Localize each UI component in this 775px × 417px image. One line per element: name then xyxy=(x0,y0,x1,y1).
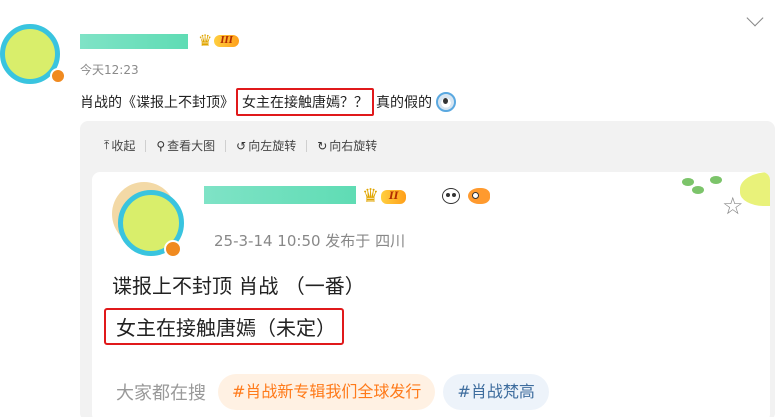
view-large-button[interactable]: ⚲ 查看大图 xyxy=(156,137,215,154)
rotate-left-icon: ↺ xyxy=(236,138,247,153)
rotate-right-icon: ↻ xyxy=(317,138,328,153)
avatar[interactable] xyxy=(0,24,68,84)
post-timestamp[interactable]: 今天12:23 xyxy=(80,61,139,78)
screenshot-image[interactable]: ♛ II ☆ 25-3-14 10:50 发布于 四川 谍报上不封顶 肖战 （一… xyxy=(92,172,770,417)
doge-emoji-icon xyxy=(436,92,456,112)
view-large-label: 查看大图 xyxy=(167,139,216,153)
repost-text-line1: 谍报上不封顶 肖战 （一番） xyxy=(112,274,365,298)
trending-label: 大家都在搜 xyxy=(116,383,206,404)
repost-card: ⤒ 收起 ⚲ 查看大图 ↺ 向左旋转 ↻ 向右旋转 ♛ II ☆ 25-3-14… xyxy=(80,121,775,417)
crown-icon: ♛ xyxy=(362,185,380,207)
star-icon: ☆ xyxy=(722,192,744,220)
collapse-label: 收起 xyxy=(111,139,136,153)
collapse-icon: ⤒ xyxy=(104,138,110,152)
leaf-decoration xyxy=(692,186,704,194)
collapse-button[interactable]: ⤒ 收起 xyxy=(104,137,135,154)
trending-tag: #肖战梵高 xyxy=(443,374,549,410)
username-redacted[interactable] xyxy=(80,34,188,49)
trending-tag: #肖战新专辑我们全球发行 xyxy=(218,374,436,410)
vip-badge[interactable]: ♛ III xyxy=(198,33,239,49)
rotate-left-label: 向左旋转 xyxy=(248,139,297,153)
decoration-banner xyxy=(592,172,770,212)
repost-text-line2-highlight: 女主在接触唐嫣（未定） xyxy=(104,308,344,345)
rotate-right-label: 向右旋转 xyxy=(329,139,378,153)
cartoon-decoration xyxy=(740,172,770,206)
rotate-left-button[interactable]: ↺ 向左旋转 xyxy=(236,137,296,154)
post-text-before: 肖战的《谍报上不封顶》 xyxy=(80,95,234,111)
image-toolbar: ⤒ 收起 ⚲ 查看大图 ↺ 向左旋转 ↻ 向右旋转 xyxy=(104,137,377,154)
repost-avatar xyxy=(112,182,184,258)
vip-level: III xyxy=(214,35,239,47)
post-text-after: 真的假的 xyxy=(376,95,432,111)
post-text: 肖战的《谍报上不封顶》 女主在接触唐嫣？？ 真的假的 xyxy=(80,88,456,116)
leaf-decoration xyxy=(710,176,722,184)
repost-vip-badge: ♛ II xyxy=(362,185,407,207)
crown-icon: ♛ xyxy=(198,31,213,50)
leaf-decoration xyxy=(682,178,694,186)
repost-vip-level: II xyxy=(381,189,407,204)
magnifier-icon: ⚲ xyxy=(156,138,166,153)
trending-search-row: 大家都在搜 #肖战新专辑我们全球发行 #肖战梵高 xyxy=(116,374,557,410)
repost-username-redacted xyxy=(204,186,356,204)
divider xyxy=(306,139,308,152)
divider xyxy=(145,139,147,152)
divider xyxy=(225,139,227,152)
avatar-status-badge xyxy=(164,240,182,258)
rotate-right-button[interactable]: ↻ 向右旋转 xyxy=(317,137,377,154)
avatar-status-badge xyxy=(50,68,66,84)
panda-icon xyxy=(442,188,460,204)
chevron-down-icon[interactable] xyxy=(746,9,764,27)
repost-meta: 25-3-14 10:50 发布于 四川 xyxy=(214,232,406,250)
fish-icon xyxy=(468,188,490,204)
post-text-highlight: 女主在接触唐嫣？？ xyxy=(236,88,374,116)
